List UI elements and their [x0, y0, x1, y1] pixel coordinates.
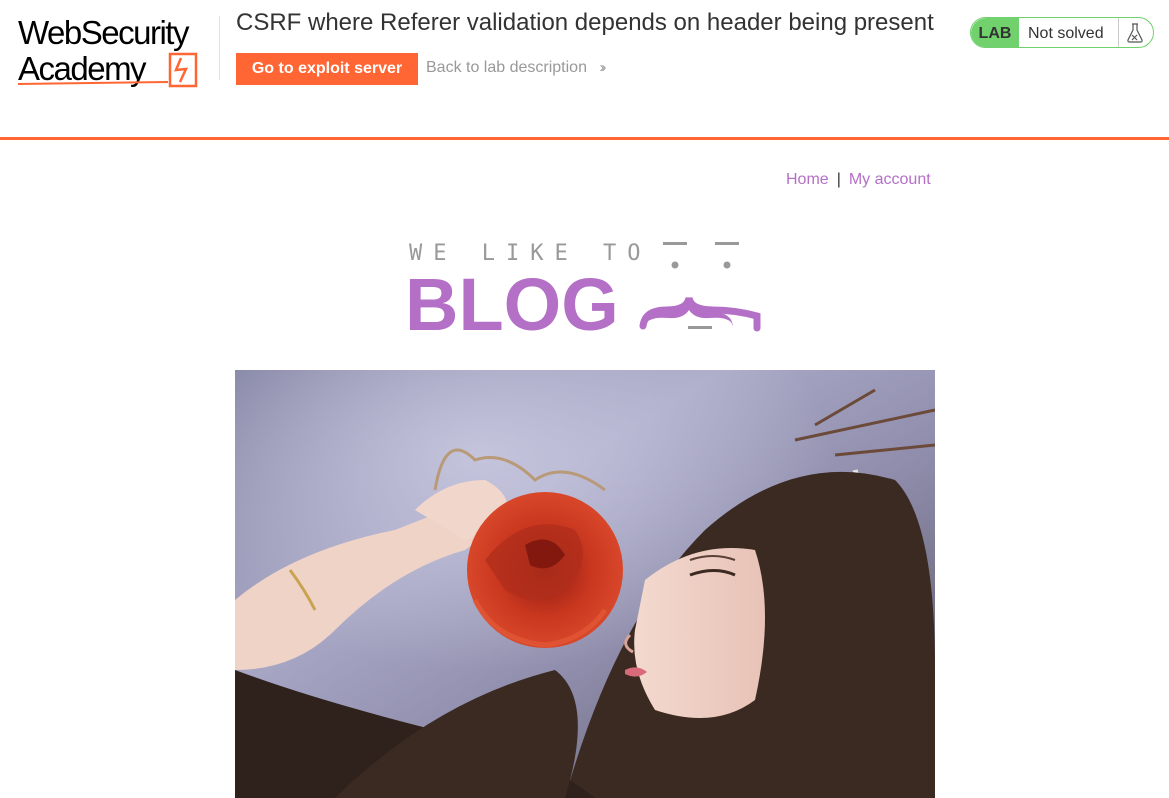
status-divider	[1118, 18, 1119, 47]
lab-status-text: Not solved	[1028, 25, 1104, 42]
logo-line1: WebSecurity	[18, 14, 190, 51]
flask-icon	[1127, 23, 1143, 43]
back-to-lab-description-link[interactable]: Back to lab description ››	[426, 59, 606, 77]
banner-word: BLOG	[405, 263, 619, 336]
lab-status-widget: LAB Not solved	[970, 17, 1154, 48]
go-to-exploit-server-button[interactable]: Go to exploit server	[236, 53, 418, 85]
logo-line2: Academy	[18, 50, 147, 87]
hero-photo-rose	[235, 370, 935, 798]
lab-title: CSRF where Referer validation depends on…	[236, 9, 934, 36]
lab-status-badge: LAB	[971, 18, 1019, 47]
nav-my-account-link[interactable]: My account	[849, 171, 931, 188]
back-link-label: Back to lab description	[426, 59, 587, 76]
nav-separator: |	[836, 171, 841, 188]
lab-header: WebSecurity Academy CSRF where Referer v…	[0, 0, 1169, 140]
banner-face-icon	[639, 242, 761, 332]
logo-divider	[219, 16, 220, 80]
web-security-academy-logo[interactable]: WebSecurity Academy	[18, 14, 218, 90]
double-chevron-right-icon: ››	[599, 59, 606, 76]
top-navigation: Home | My account	[786, 171, 931, 189]
blog-banner: WE LIKE TO BLOG	[405, 241, 761, 336]
logo-mark-bolt	[174, 57, 189, 83]
nav-home-link[interactable]: Home	[786, 171, 829, 188]
